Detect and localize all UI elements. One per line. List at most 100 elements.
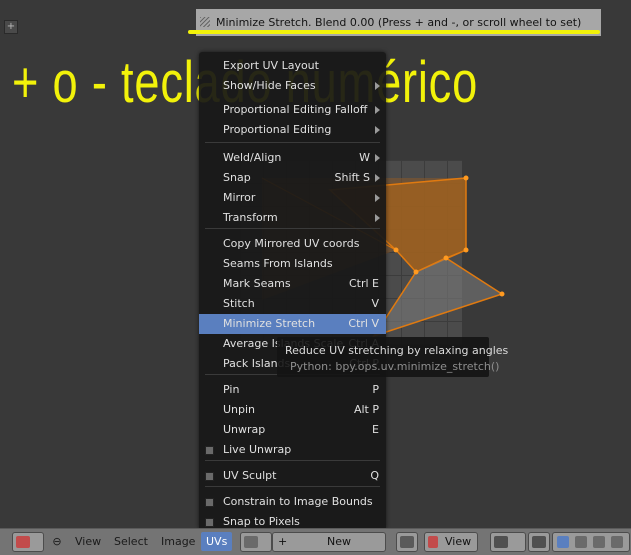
menu-item-label: Proportional Editing Falloff [223,103,368,116]
checkbox-icon[interactable] [205,446,214,455]
checkbox-icon[interactable] [205,498,214,507]
sticky-mode-button[interactable] [528,532,550,552]
menu-item-label: Show/Hide Faces [223,79,316,92]
menu-item-shortcut: Q [370,469,379,482]
uvs-menu: Export UV Layout Show/Hide Faces Proportio… [199,52,386,528]
submenu-arrow-icon [375,82,380,90]
checkbox-icon[interactable] [205,472,214,481]
uv-vertex [443,255,449,261]
sticky-icon [532,536,546,548]
menu-item-snap-to-pixels[interactable]: Snap to Pixels [199,512,386,528]
menu-item-shortcut: Ctrl V [348,317,379,330]
menu-item-live-unwrap[interactable]: Live Unwrap [199,440,386,460]
image-browse-icon [244,536,258,548]
uv-vertex [413,269,419,275]
view-dropdown-label: View [445,535,472,548]
menu-item-export-uv-layout[interactable]: Export UV Layout [199,56,386,76]
face-select-icon[interactable] [593,536,605,548]
menu-item-constrain-to-image-bounds[interactable]: Constrain to Image Bounds [199,492,386,512]
checkbox-icon[interactable] [205,518,214,527]
vertex-select-icon[interactable] [557,536,569,548]
pivot-selector[interactable] [490,532,526,552]
image-browse-button[interactable] [240,532,272,552]
submenu-arrow-icon [375,194,380,202]
uv-face-stretched [372,257,504,338]
menu-item-unpin[interactable]: Unpin Alt P [199,400,386,420]
menu-view[interactable]: View [75,532,101,551]
menu-separator [205,486,380,487]
submenu-arrow-icon [375,214,380,222]
menu-item-label: Transform [223,211,278,224]
menu-item-proportional-editing-falloff[interactable]: Proportional Editing Falloff [199,100,386,120]
menu-item-label: Snap [223,171,251,184]
menu-item-mark-seams[interactable]: Mark Seams Ctrl E [199,274,386,294]
menu-item-label: Unpin [223,403,256,416]
menu-separator [205,228,380,229]
tooltip-python: Python: bpy.ops.uv.minimize_stretch() [290,360,500,373]
menu-item-seams-from-islands[interactable]: Seams From Islands [199,254,386,274]
menu-item-label: Stitch [223,297,255,310]
tooltip-description: Reduce UV stretching by relaxing angles [285,344,509,357]
menu-item-label: Copy Mirrored UV coords [223,237,360,250]
menu-item-shortcut: W [359,151,370,164]
plus-icon: + [278,535,288,548]
menu-separator [205,142,380,143]
pin-icon [400,536,414,548]
menu-item-shortcut: Alt P [353,403,379,416]
menu-uvs[interactable]: UVs [201,532,233,551]
view-mode-dropdown[interactable]: View [424,532,478,552]
view-mode-icon [428,536,438,548]
menu-item-transform[interactable]: Transform [199,208,386,228]
menu-item-weld-align[interactable]: Weld/Align W [199,148,386,168]
menu-item-minimize-stretch[interactable]: Minimize Stretch Ctrl V [199,314,386,334]
image-editor-icon [16,536,30,548]
menu-item-snap[interactable]: Snap Shift S [199,168,386,188]
submenu-arrow-icon [375,126,380,134]
menu-separator [205,460,380,461]
collapse-icon[interactable]: ⊖ [52,532,62,551]
uv-vertex [393,247,399,253]
menu-select[interactable]: Select [114,532,148,551]
menu-image[interactable]: Image [161,532,195,551]
submenu-arrow-icon [375,174,380,182]
image-editor-header: ⊖ View Select Image UVs + New View [0,528,631,555]
menu-item-stitch[interactable]: Stitch V [199,294,386,314]
uv-vertex [499,291,505,297]
menu-item-pin[interactable]: Pin P [199,380,386,400]
tooltip: Reduce UV stretching by relaxing angles … [277,337,508,377]
menu-item-label: Minimize Stretch [223,317,316,330]
menu-item-label: Proportional Editing [223,123,332,136]
menu-item-label: Weld/Align [223,151,282,164]
submenu-arrow-icon [375,154,380,162]
menu-item-shortcut: V [371,297,379,310]
menu-item-label: Mark Seams [223,277,291,290]
selection-mode-buttons[interactable] [552,532,630,552]
new-image-button[interactable]: + New [272,532,386,552]
island-select-icon[interactable] [611,536,623,548]
menu-item-label: Live Unwrap [223,443,292,456]
menu-item-label: Snap to Pixels [223,515,300,528]
menu-item-shortcut: P [372,383,379,396]
menu-item-mirror[interactable]: Mirror [199,188,386,208]
menu-item-label: Export UV Layout [223,59,319,72]
editor-type-selector[interactable] [12,532,44,552]
pivot-icon [494,536,508,548]
menu-item-label: Unwrap [223,423,266,436]
menu-item-proportional-editing[interactable]: Proportional Editing [199,120,386,140]
uv-editor-viewport[interactable]: + Minimize Stretch. Blend 0.00 (Press + … [0,0,631,528]
new-label: New [327,535,351,548]
menu-item-uv-sculpt[interactable]: UV Sculpt Q [199,466,386,486]
menu-item-unwrap[interactable]: Unwrap E [199,420,386,440]
menu-item-show-hide-faces[interactable]: Show/Hide Faces [199,76,386,96]
menu-item-shortcut: E [372,423,379,436]
edge-select-icon[interactable] [575,536,587,548]
pin-button[interactable] [396,532,418,552]
menu-item-shortcut: Ctrl E [348,277,379,290]
menu-item-label: Pin [223,383,240,396]
uv-vertex [463,247,469,253]
menu-item-label: Mirror [223,191,256,204]
uv-vertex [463,175,469,181]
menu-item-copy-mirrored-uv-coords[interactable]: Copy Mirrored UV coords [199,234,386,254]
menu-item-label: Seams From Islands [223,257,333,270]
menu-item-label: UV Sculpt [223,469,277,482]
